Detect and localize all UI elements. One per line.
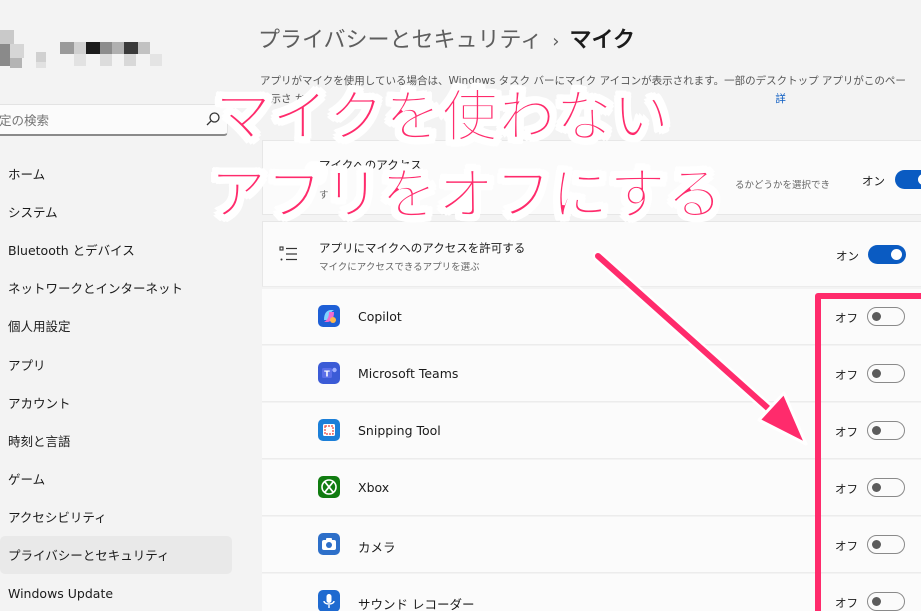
sidebar-item-home[interactable]: ホーム [0, 154, 232, 192]
app-name: サウンド レコーダー [358, 597, 475, 611]
snipping-tool-icon [318, 419, 340, 441]
page-title: マイク [569, 28, 636, 53]
sidebar-item-gaming[interactable]: ゲーム [0, 460, 232, 498]
breadcrumb-separator: › [552, 31, 560, 52]
sidebar-item-accessibility[interactable]: アクセシビリティ [0, 498, 232, 536]
app-name: Copilot [358, 309, 402, 324]
app-mic-access-subtitle: マイクにアクセスできるアプリを選ぶ [319, 262, 480, 273]
teams-icon: T [318, 362, 340, 384]
app-mic-access-state: オン [836, 249, 859, 263]
sound-recorder-icon [318, 590, 340, 611]
mic-access-state: オン [862, 174, 885, 188]
annotation-headline-1: マイクを使わない [215, 85, 670, 150]
sidebar-item-apps[interactable]: アプリ [0, 345, 232, 383]
sidebar-nav: ホーム システム Bluetooth とデバイス ネットワークとインターネット … [0, 154, 240, 611]
app-mic-access-card: アプリにマイクへのアクセスを許可する マイクにアクセスできるアプリを選ぶ オン [262, 221, 921, 287]
sidebar-item-time-language[interactable]: 時刻と言語 [0, 421, 232, 459]
svg-text:T: T [324, 370, 330, 379]
sidebar-item-windows-update[interactable]: Windows Update [0, 574, 232, 611]
app-name: Snipping Tool [358, 423, 441, 438]
app-mic-access-toggle[interactable] [868, 245, 906, 264]
sidebar-item-accounts[interactable]: アカウント [0, 383, 232, 421]
mic-access-toggle[interactable] [895, 170, 921, 189]
learn-more-link[interactable]: 詳 [775, 93, 786, 105]
mic-access-description: るかどうかを選択でき [735, 180, 831, 191]
app-name: カメラ [358, 540, 396, 555]
sidebar-item-privacy-security[interactable]: プライバシーとセキュリティ [0, 535, 232, 575]
sidebar-item-system[interactable]: システム [0, 192, 232, 230]
sidebar-item-personalization[interactable]: 個人用設定 [0, 307, 232, 345]
profile-blurred [0, 20, 180, 80]
list-icon [279, 246, 297, 261]
breadcrumb-parent[interactable]: プライバシーとセキュリティ [258, 28, 542, 53]
copilot-icon [318, 305, 340, 327]
settings-search-box[interactable] [0, 104, 228, 136]
sidebar-item-bluetooth[interactable]: Bluetooth とデバイス [0, 230, 232, 268]
camera-icon [318, 533, 340, 555]
sidebar: ホーム システム Bluetooth とデバイス ネットワークとインターネット … [0, 0, 240, 611]
annotation-headline-2: アプリをオフにする [210, 163, 724, 228]
xbox-icon [318, 476, 340, 498]
app-name: Xbox [358, 480, 390, 495]
sidebar-item-network[interactable]: ネットワークとインターネット [0, 269, 232, 307]
settings-search-input[interactable] [0, 105, 197, 135]
annotation-highlight-box [815, 293, 921, 611]
app-name: Microsoft Teams [358, 366, 459, 381]
app-mic-access-title: アプリにマイクへのアクセスを許可する [319, 241, 526, 255]
breadcrumb: プライバシーとセキュリティ › マイク [258, 22, 635, 54]
